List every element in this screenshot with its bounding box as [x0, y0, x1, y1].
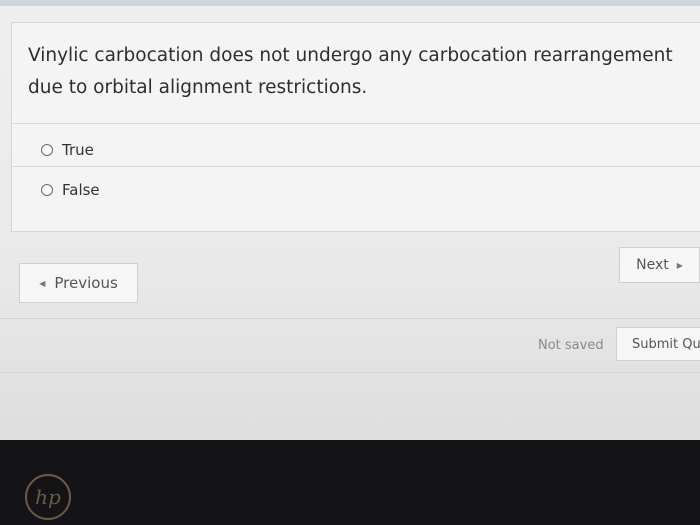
next-label: Next	[636, 257, 669, 273]
radio-button[interactable]	[41, 144, 53, 156]
hp-logo: hp	[25, 474, 71, 520]
submit-quiz-button[interactable]: Submit Qu	[616, 327, 700, 361]
option-label: True	[62, 141, 94, 159]
option-label: False	[62, 181, 100, 199]
submit-label: Submit Qu	[632, 336, 700, 352]
left-arrow-icon: ◀	[39, 278, 46, 288]
radio-button[interactable]	[41, 184, 53, 196]
right-arrow-icon: ▶	[676, 260, 683, 270]
question-panel: Vinylic carbocation does not undergo any…	[11, 22, 700, 232]
question-divider	[12, 123, 700, 124]
question-text: Vinylic carbocation does not undergo any…	[28, 45, 673, 98]
footer-divider	[0, 318, 700, 319]
previous-label: Previous	[54, 274, 118, 292]
next-button[interactable]: Next ▶	[619, 247, 700, 283]
previous-button[interactable]: ◀ Previous	[19, 263, 138, 303]
option-divider	[12, 166, 700, 167]
footer-divider-bottom	[0, 372, 700, 373]
quiz-screen: Vinylic carbocation does not undergo any…	[0, 0, 700, 440]
option-true[interactable]: True	[41, 141, 94, 159]
option-false[interactable]: False	[41, 181, 100, 199]
save-status: Not saved	[538, 338, 604, 353]
laptop-bezel	[0, 440, 700, 525]
